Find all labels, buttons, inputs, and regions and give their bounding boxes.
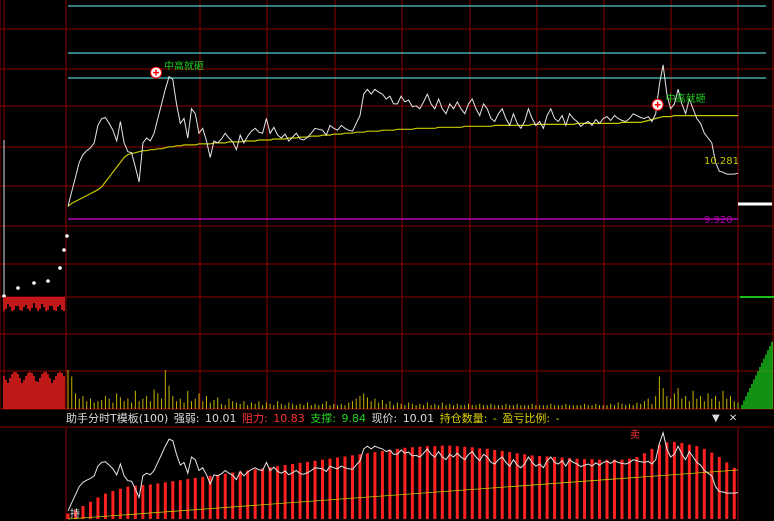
premarket-dot — [65, 234, 69, 238]
dropdown-arrow-icon[interactable]: ▼ — [712, 413, 720, 424]
premarket-dot — [16, 286, 20, 290]
intraday-chart: 中高就砸中高就砸10.2819.920卖持 — [0, 0, 774, 521]
strength-label: 强弱: — [173, 412, 200, 425]
indicator-controls: ▼ ✕ — [712, 411, 738, 427]
price-axis-label: 10.281 — [704, 156, 739, 167]
indicator-bar: 助手分时T模板(100) 强弱: 10.01 阻力: 10.83 支撑: 9.8… — [66, 411, 738, 427]
signal-label: 中高就砸 — [164, 60, 204, 73]
indicator-name[interactable]: 助手分时T模板(100) — [66, 412, 168, 425]
resistance-label: 阻力: — [242, 412, 268, 425]
premarket-dot — [62, 248, 66, 252]
support-label: 支撑: — [310, 412, 336, 425]
signal-label: 中高就砸 — [666, 92, 706, 105]
price-axis-label: 9.920 — [704, 215, 733, 226]
position-value: - — [492, 412, 497, 425]
sell-signal-label: 卖 — [630, 429, 640, 441]
close-icon[interactable]: ✕ — [729, 413, 737, 424]
premarket-dot — [46, 279, 50, 283]
lower-label: 持 — [70, 507, 80, 520]
price-label: 现价: — [371, 412, 398, 425]
premarket-dot — [58, 266, 62, 270]
premarket-dot — [32, 281, 36, 285]
pnl-value: - — [555, 412, 560, 425]
price-value: 10.01 — [402, 412, 435, 425]
pnl-label: 盈亏比例: — [502, 412, 551, 425]
support-value: 9.84 — [341, 412, 366, 425]
strength-value: 10.01 — [205, 412, 237, 425]
position-label: 持仓数量: — [439, 412, 488, 425]
resistance-value: 10.83 — [273, 412, 305, 425]
